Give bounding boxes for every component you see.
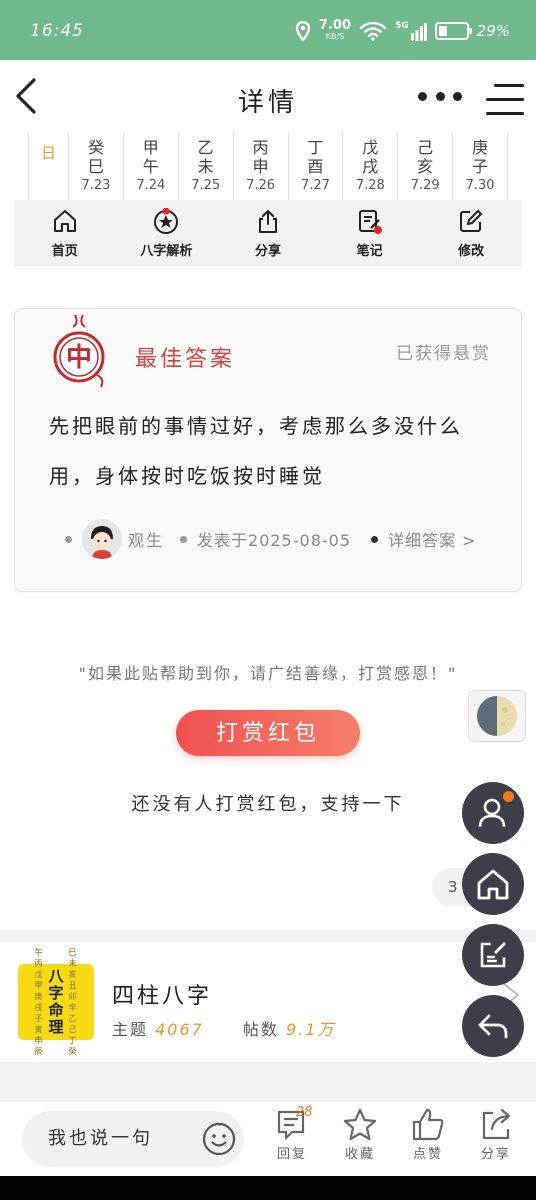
answer-meta: 观生 发表于2025-08-05 详细答案 > [65,519,505,559]
avatar-cartoon-icon [82,519,122,559]
home-icon [53,210,76,232]
note-icon [358,210,382,234]
cell-signal: 5G [395,21,427,41]
calendar-day[interactable]: 丙申 7.26 [234,132,289,200]
forum-name: 四柱八字 [112,984,213,1009]
status-time: 16:45 [30,21,84,41]
forum-stats: 主题 4067 帖数 9.1万 [112,1020,336,1039]
battery-percent: 29% [476,22,510,40]
emoji-icon[interactable] [202,1122,236,1156]
section-divider [0,1062,536,1100]
more-dots-icon[interactable] [418,84,462,108]
calendar-row-label: 日 [29,132,69,200]
bottom-bar: 我也说一句 28 回复 收藏 点赞 分享 [0,1100,536,1176]
toolbar-home-button[interactable]: 首页 [14,200,116,266]
svg-text:中: 中 [66,343,92,373]
calendar-day[interactable]: 庚子 7.30 [453,132,507,200]
best-answer-text: 先把眼前的事情过好，考虑那么多没什么用，身体按时吃饭按时睡觉 [49,414,463,488]
home-float-button[interactable] [462,853,524,915]
location-icon [295,21,311,41]
reward-status-label: 已获得悬赏 [396,344,491,364]
star-icon [154,208,179,234]
like-button[interactable]: 点赞 [402,1107,454,1162]
moon-icon [477,696,517,736]
reward-quote: "如果此贴帮助到你，请广结善缘，打赏感恩！" [78,664,458,683]
forum-logo: 午丙戊甲庚戌子寅申辰 八字命理 巳未亥丑卯辛乙己丁癸 [18,948,94,1056]
toolbar-note-button[interactable]: 笔记 [319,200,421,266]
calendar-day[interactable]: 甲午 7.24 [124,132,179,200]
battery-icon [434,22,472,40]
return-icon [478,1014,508,1039]
signal-bars-icon [410,23,427,41]
star-outline-icon [343,1108,377,1141]
toolbar-bazi-button[interactable]: 八字解析 [116,200,218,266]
compose-icon [480,942,506,968]
toolbar-share-button[interactable]: 分享 [217,200,319,266]
meta-dot [371,535,379,543]
status-icons: 7.00 KB/S 5G 29% [295,16,510,46]
action-toolbar: 首页 八字解析 分享 笔记 修改 [14,200,522,266]
menu-icon[interactable] [486,82,524,118]
forum-card[interactable]: 午丙戊甲庚戌子寅申辰 八字命理 巳未亥丑卯辛乙己丁癸 四柱八字 主题 4067 … [0,942,536,1062]
edit-icon [460,210,483,232]
calendar-day[interactable]: 乙未 7.25 [179,132,234,200]
reward-empty-status: 还没有人打赏红包，支持一下 [131,794,405,815]
calendar-day[interactable]: 己亥 7.29 [398,132,454,200]
calendar-day[interactable]: 戊戌 7.28 [343,132,399,200]
best-answer-heading: 最佳答案 [135,347,236,372]
system-navigation-bar [0,1176,536,1200]
profile-float-button[interactable] [462,782,524,844]
meta-dot [65,535,72,543]
calendar-day[interactable]: 癸巳 7.23 [69,132,124,200]
network-speed: 7.00 KB/S [318,18,351,41]
notification-dot [503,791,514,802]
reward-red-packet-button[interactable]: 打赏红包 [176,710,360,756]
wifi-icon [359,21,387,41]
best-answer-badge-icon: 中 [53,314,105,388]
section-divider [0,930,536,942]
share-bottom-button[interactable]: 分享 [470,1107,522,1162]
home-icon [477,869,509,900]
thumbs-up-icon [412,1108,444,1141]
nav-bar: 详情 [0,60,536,132]
toolbar-edit-button[interactable]: 修改 [420,200,522,266]
meta-dot [180,535,188,543]
moon-phase-widget[interactable] [468,690,526,742]
avatar[interactable] [82,519,122,559]
detail-answer-link[interactable]: 详细答案 > [388,527,477,551]
reply-button[interactable]: 28 回复 [266,1105,318,1162]
share-icon [258,210,277,233]
best-answer-card: 中 最佳答案 已获得悬赏 先把眼前的事情过好，考虑那么多没什么用，身体按时吃饭按… [14,308,522,592]
answer-date: 发表于2025-08-05 [197,531,352,550]
forum-post-count: 9.1万 [286,1020,336,1039]
answer-author[interactable]: 观生 [128,527,164,551]
forum-topic-count: 4067 [155,1020,204,1039]
status-bar: 16:45 7.00 KB/S 5G 29% [0,0,536,60]
back-float-button[interactable] [462,995,524,1057]
calendar-strip: 日 癸巳 7.23 甲午 7.24 乙未 7.25 丙申 7.26 丁酉 7.27 戊戌 7… [28,132,508,200]
share-arrow-icon [482,1108,511,1140]
calendar-day[interactable]: 丁酉 7.27 [289,132,344,200]
compose-float-button[interactable] [462,924,524,986]
reply-count-badge: 28 [296,1105,313,1120]
favorite-button[interactable]: 收藏 [334,1107,386,1162]
